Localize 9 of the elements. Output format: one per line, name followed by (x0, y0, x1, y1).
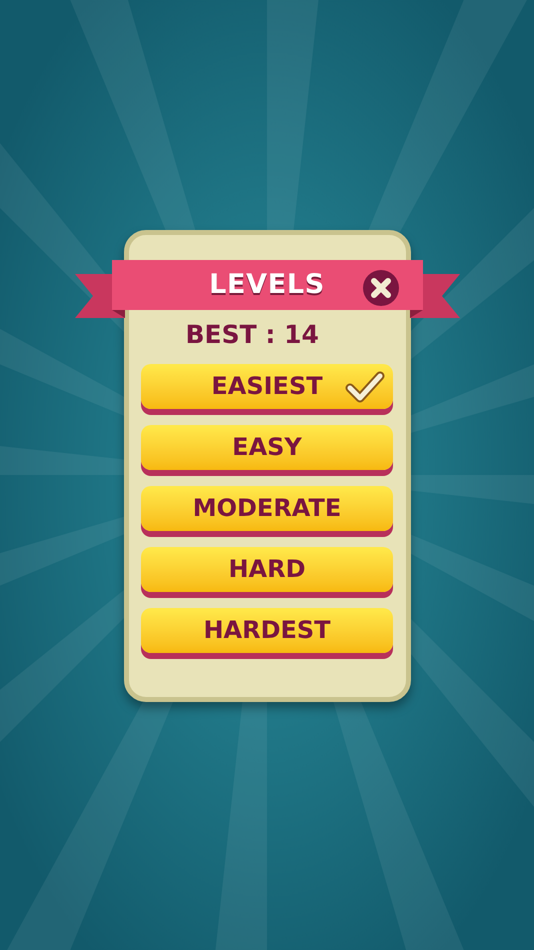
close-icon (370, 277, 392, 299)
level-button[interactable]: HARD (141, 546, 393, 592)
level-button[interactable]: HARDEST (141, 608, 393, 652)
level-button[interactable]: MODERATE (141, 486, 393, 530)
checkmark-icon (345, 370, 385, 402)
level-button[interactable]: EASY (141, 424, 393, 470)
best-score: BEST : 14 (186, 319, 319, 351)
level-button[interactable]: EASIEST (141, 364, 393, 408)
panel-title: LEVELS (209, 268, 325, 302)
